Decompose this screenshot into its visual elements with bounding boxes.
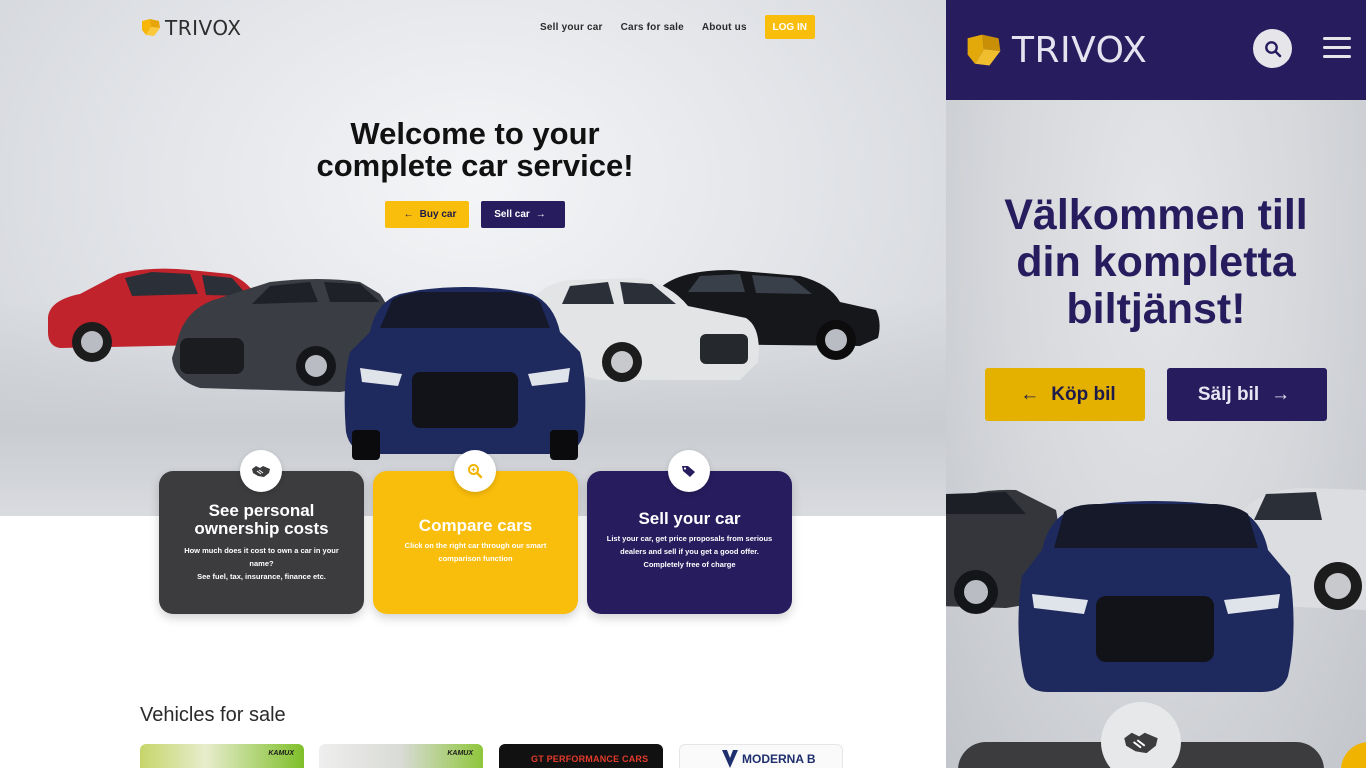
tags-icon — [668, 450, 710, 492]
vehicle-card[interactable]: MODERNA B — [679, 744, 843, 768]
moderna-logo-icon — [722, 750, 738, 768]
trivox-logo-icon — [967, 34, 1001, 66]
buy-car-label: Buy car — [419, 209, 457, 220]
sell-car-button[interactable]: Sell car → — [481, 201, 565, 228]
dealer-logo: GT PERFORMANCE CARS — [531, 754, 649, 764]
mobile-sell-car-button[interactable]: Sälj bil → — [1167, 368, 1327, 421]
arrow-right-icon: → — [535, 209, 546, 220]
blue-sports-car — [344, 287, 586, 460]
handshake-icon — [1101, 702, 1181, 768]
mobile-site-logo[interactable]: TRIVOX — [964, 30, 1147, 71]
login-button[interactable]: LOG IN — [764, 15, 815, 39]
desktop-view: TRIVOX Sell your car Cars for sale About… — [0, 0, 946, 768]
sell-your-car-card[interactable]: Sell your car List your car, get price p… — [587, 450, 792, 614]
sell-car-label: Sell car — [494, 209, 530, 220]
top-nav: Sell your car Cars for sale About us LOG… — [540, 15, 815, 39]
hamburger-menu-icon[interactable] — [1323, 37, 1351, 59]
sell-car-label: Sälj bil — [1197, 383, 1260, 405]
dealer-logo: KAMUX — [447, 750, 473, 757]
logo-text: TRIVOX — [1012, 30, 1148, 71]
logo-text: TRIVOX — [165, 16, 242, 40]
nav-cars-for-sale[interactable]: Cars for sale — [621, 22, 684, 33]
vehicle-card[interactable]: KAMUX — [319, 744, 483, 768]
card-text: List your car, get price proposals from … — [606, 534, 773, 569]
card-text: How much does it cost to own a car in yo… — [184, 546, 339, 581]
mobile-hero-title: Välkommen till din kompletta biltjänst! — [1004, 191, 1308, 333]
vehicles-for-sale-heading: Vehicles for sale — [140, 704, 286, 726]
card-title: Compare cars — [418, 516, 533, 535]
car-lineup-image — [48, 268, 880, 460]
mobile-buy-car-button[interactable]: ← Köp bil — [985, 368, 1145, 421]
card-title: Sell your car — [638, 509, 741, 528]
buy-car-label: Köp bil — [1051, 383, 1116, 405]
vehicle-card[interactable]: KAMUX — [140, 744, 304, 768]
handshake-icon — [240, 450, 282, 492]
search-icon[interactable] — [1253, 29, 1292, 68]
card-title: See personal ownership costs — [194, 501, 329, 538]
nav-about-us[interactable]: About us — [702, 22, 747, 33]
site-logo[interactable]: TRIVOX — [140, 16, 242, 40]
arrow-right-icon: → — [1271, 383, 1291, 405]
magnifier-icon — [454, 450, 496, 492]
dealer-logo: KAMUX — [268, 750, 294, 757]
trivox-logo-icon — [142, 19, 160, 36]
mobile-view: TRIVOX Välkommen till din kompletta bilt… — [946, 0, 1366, 768]
dealer-logo: MODERNA B — [742, 752, 816, 766]
hero-title: Welcome to your complete car service! — [316, 116, 634, 183]
arrow-left-icon: ← — [403, 209, 414, 220]
mobile-compare-cars-card[interactable] — [1341, 742, 1366, 768]
vehicle-card[interactable]: GT PERFORMANCE CARS — [499, 744, 663, 768]
mobile-car-lineup-image — [946, 488, 1366, 692]
nav-sell-your-car[interactable]: Sell your car — [540, 22, 603, 33]
buy-car-button[interactable]: ← Buy car — [385, 201, 469, 228]
arrow-left-icon: ← — [1020, 383, 1040, 405]
card-text: Click on the right car through our smart… — [404, 541, 547, 563]
compare-cars-card[interactable]: Compare cars Click on the right car thro… — [373, 450, 578, 614]
blue-sports-car — [1018, 501, 1294, 692]
ownership-costs-card[interactable]: See personal ownership costs How much do… — [159, 450, 364, 614]
